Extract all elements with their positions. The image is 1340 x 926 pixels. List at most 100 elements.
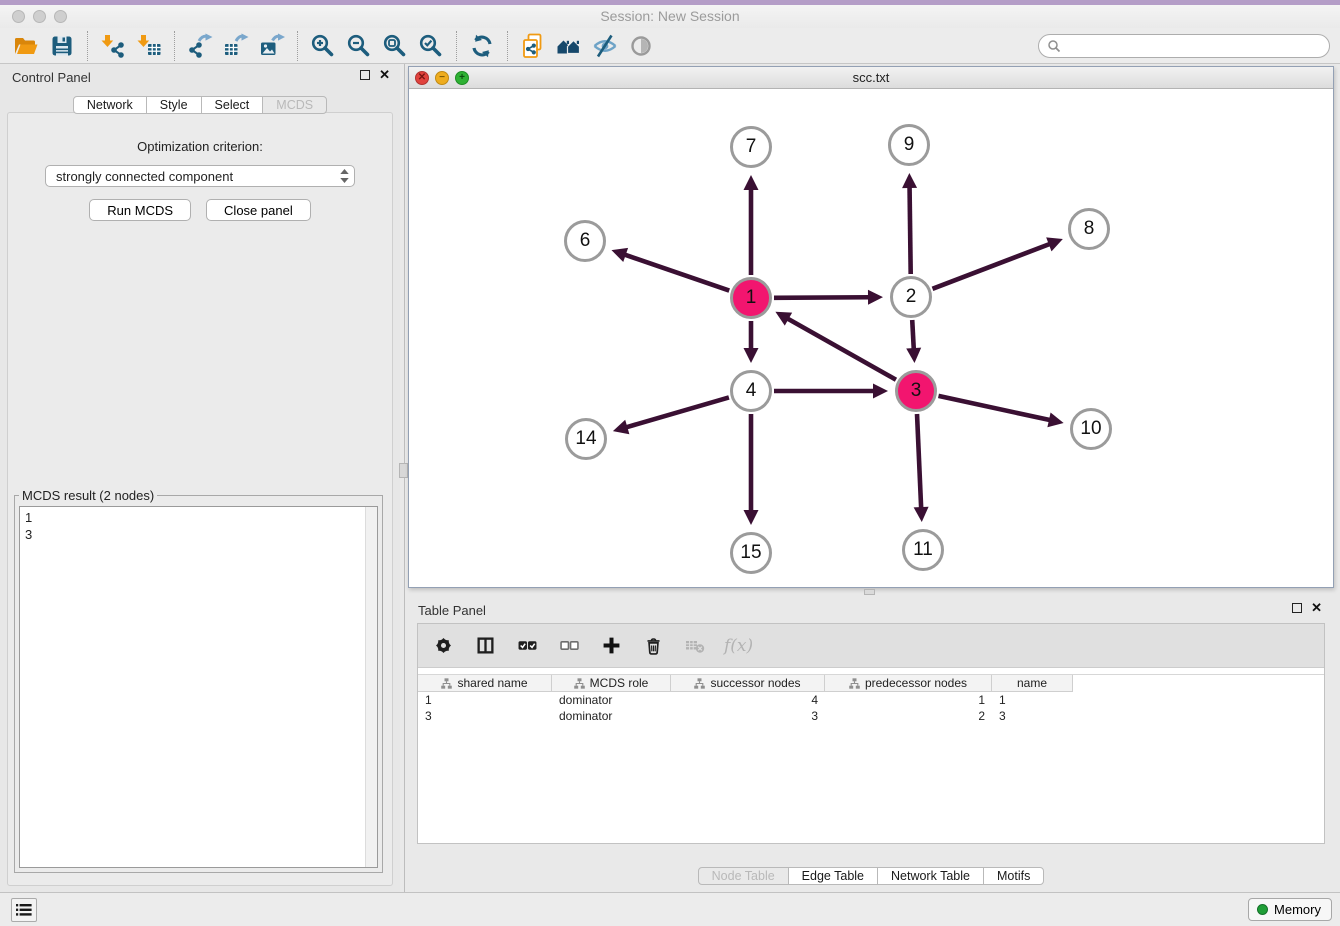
graph-edge-arrowhead (613, 420, 629, 434)
table-cell[interactable]: 3 (418, 708, 552, 724)
criterion-dropdown[interactable]: strongly connected component (45, 165, 355, 187)
close-panel-button[interactable]: Close panel (206, 199, 311, 221)
network-window-titlebar[interactable]: ✕ − + scc.txt (409, 67, 1333, 89)
import-network-icon[interactable] (95, 31, 131, 61)
result-scrollbar[interactable] (365, 507, 377, 867)
refresh-view-icon[interactable] (464, 31, 500, 61)
graph-edge-2-3[interactable] (912, 320, 914, 350)
graph-edge-arrowhead (744, 510, 759, 525)
memory-status-dot (1257, 904, 1268, 915)
graph-edge-1-2[interactable] (774, 297, 870, 298)
network-resize-grip[interactable] (864, 589, 875, 595)
deselect-all-icon[interactable] (556, 633, 582, 659)
tab-node-table[interactable]: Node Table (698, 867, 789, 885)
function-builder-icon[interactable]: f(x) (724, 636, 753, 656)
tab-network[interactable]: Network (73, 96, 147, 114)
table-row[interactable]: 3dominator323 (418, 708, 1324, 724)
graph-edge-1-6[interactable] (624, 254, 729, 290)
graph-edge-3-1[interactable] (787, 318, 896, 380)
table-row[interactable]: 1dominator411 (418, 692, 1324, 708)
zoom-in-icon[interactable] (305, 31, 341, 61)
table-cell[interactable]: 1 (418, 692, 552, 708)
mcds-result-box: MCDS result (2 nodes) 1 3 (14, 495, 383, 873)
zoom-out-icon[interactable] (341, 31, 377, 61)
add-column-icon[interactable] (598, 633, 624, 659)
delete-table-icon[interactable] (682, 633, 708, 659)
show-columns-icon[interactable] (472, 633, 498, 659)
graph-node-11[interactable]: 11 (902, 529, 944, 571)
zoom-fit-icon[interactable] (377, 31, 413, 61)
birds-eye-view-icon[interactable] (623, 31, 659, 61)
hide-details-icon[interactable] (587, 31, 623, 61)
column-header-predecessor-nodes[interactable]: predecessor nodes (825, 675, 992, 692)
toolbar-separator (297, 31, 298, 61)
export-table-icon[interactable] (218, 31, 254, 61)
graph-node-2[interactable]: 2 (890, 276, 932, 318)
column-header-shared-name[interactable]: shared name (418, 675, 552, 692)
tab-edge-table[interactable]: Edge Table (788, 867, 878, 885)
graph-edge-2-9[interactable] (910, 186, 911, 274)
network-canvas[interactable]: 7 9 6 8 1 2 4 3 14 10 15 11 (409, 89, 1333, 587)
table-cell[interactable]: 4 (671, 692, 825, 708)
graph-node-10[interactable]: 10 (1070, 408, 1112, 450)
graph-node-4[interactable]: 4 (730, 370, 772, 412)
close-table-panel-icon[interactable]: ✕ (1311, 603, 1322, 613)
run-mcds-button[interactable]: Run MCDS (89, 199, 191, 221)
tab-mcds[interactable]: MCDS (262, 96, 327, 114)
column-header-successor-nodes[interactable]: successor nodes (671, 675, 825, 692)
graph-edge-arrowhead (873, 384, 888, 399)
table-cell[interactable]: 3 (992, 708, 1073, 724)
table-cell[interactable]: dominator (552, 708, 671, 724)
search-box[interactable] (1038, 34, 1330, 58)
graph-edge-2-8[interactable] (932, 244, 1050, 289)
table-settings-gear-icon[interactable] (430, 633, 456, 659)
column-header-name[interactable]: name (992, 675, 1073, 692)
copy-network-icon[interactable] (515, 31, 551, 61)
graph-node-1[interactable]: 1 (730, 277, 772, 319)
table-header-row: shared nameMCDS rolesuccessor nodesprede… (418, 674, 1324, 692)
graph-edge-arrowhead (1047, 413, 1063, 428)
table-panel: Table Panel ✕ f(x) shared nameMCDS roles… (408, 597, 1334, 890)
close-panel-icon[interactable]: ✕ (379, 70, 390, 80)
float-table-panel-icon[interactable] (1292, 603, 1302, 613)
graph-edge-4-14[interactable] (625, 397, 729, 427)
graph-node-9[interactable]: 9 (888, 124, 930, 166)
graph-node-7[interactable]: 7 (730, 126, 772, 168)
table-cell[interactable]: 3 (671, 708, 825, 724)
graph-node-6[interactable]: 6 (564, 220, 606, 262)
toolbar-separator (87, 31, 88, 61)
graph-edge-3-10[interactable] (938, 396, 1050, 420)
tab-motifs[interactable]: Motifs (983, 867, 1044, 885)
float-panel-icon[interactable] (360, 70, 370, 80)
search-input[interactable] (1066, 39, 1321, 53)
table-cell[interactable]: dominator (552, 692, 671, 708)
ui-settings-list-icon[interactable] (11, 898, 37, 922)
table-cell[interactable]: 1 (825, 692, 992, 708)
save-session-icon[interactable] (44, 31, 80, 61)
export-network-icon[interactable] (182, 31, 218, 61)
open-session-icon[interactable] (8, 31, 44, 61)
home-icon[interactable] (551, 31, 587, 61)
criterion-dropdown-value: strongly connected component (56, 169, 339, 184)
panel-divider-grip[interactable] (399, 463, 408, 478)
graph-node-8[interactable]: 8 (1068, 208, 1110, 250)
graph-node-3[interactable]: 3 (895, 370, 937, 412)
tab-network-table[interactable]: Network Table (877, 867, 984, 885)
graph-edge-arrowhead (868, 290, 883, 305)
column-header-mcds-role[interactable]: MCDS role (552, 675, 671, 692)
delete-column-icon[interactable] (640, 633, 666, 659)
table-cell[interactable]: 2 (825, 708, 992, 724)
export-image-icon[interactable] (254, 31, 290, 61)
tab-style[interactable]: Style (146, 96, 202, 114)
zoom-selected-icon[interactable] (413, 31, 449, 61)
tab-select[interactable]: Select (201, 96, 264, 114)
import-table-icon[interactable] (131, 31, 167, 61)
graph-node-15[interactable]: 15 (730, 532, 772, 574)
window-title: Session: New Session (0, 8, 1340, 24)
graph-node-14[interactable]: 14 (565, 418, 607, 460)
table-cell[interactable]: 1 (992, 692, 1073, 708)
graph-edge-3-11[interactable] (917, 414, 921, 509)
mcds-result-text: 1 3 (19, 506, 378, 868)
select-all-icon[interactable] (514, 633, 540, 659)
memory-button[interactable]: Memory (1248, 898, 1332, 921)
